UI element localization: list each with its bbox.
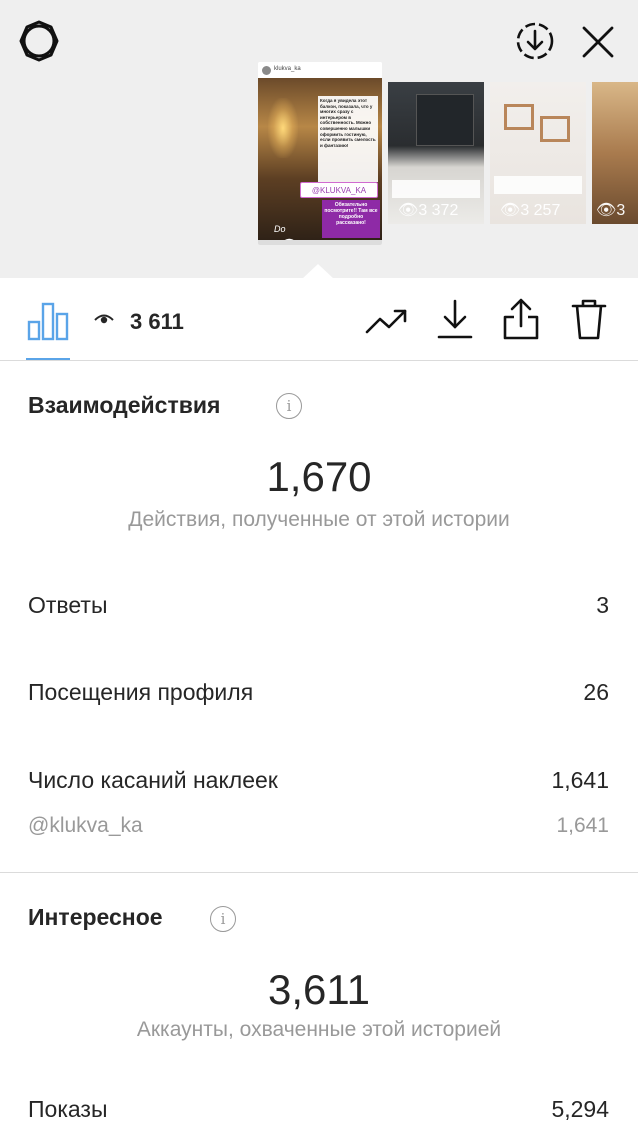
lamp-light	[268, 98, 298, 158]
mention-sticker: @KLUKVA_KA	[300, 182, 378, 198]
interactions-total-caption: Действия, полученные от этой истории	[128, 508, 510, 531]
eye-icon: 👁︎	[500, 202, 521, 219]
story-thumbnail[interactable]: 👁︎3 257	[490, 82, 586, 224]
download-circle-icon	[516, 22, 554, 60]
avatar	[262, 66, 271, 75]
hex-shelf	[540, 116, 570, 142]
share-icon	[503, 298, 539, 340]
stat-label-profile-visits: Посещения профиля	[28, 679, 254, 705]
promote-button[interactable]	[364, 298, 410, 342]
story-caption-strip	[494, 176, 582, 194]
section-title-discovery: Интересное	[28, 904, 163, 930]
save-story-button[interactable]	[512, 18, 558, 64]
story-image: Когда я увидела этот балкон, показала, ч…	[258, 78, 382, 245]
discovery-total-caption: Аккаунты, охваченные этой историей	[136, 1018, 502, 1041]
story-username: klukva_ka	[274, 66, 301, 72]
story-views: 👁︎3	[596, 202, 626, 219]
stat-label-replies: Ответы	[28, 592, 108, 618]
story-views: 👁︎3 257	[500, 202, 561, 219]
views-count: 3 611	[130, 309, 184, 334]
stat-label-impressions: Показы	[28, 1096, 108, 1122]
download-button[interactable]	[434, 296, 476, 342]
story-toolbar: 3 611	[0, 278, 638, 361]
story-thumbnail[interactable]: 👁︎3 372	[388, 82, 484, 224]
info-icon[interactable]: i	[210, 906, 236, 932]
stat-value-profile-visits: 26	[583, 679, 609, 705]
story-header: klukva_ka	[258, 62, 382, 78]
hex-shelf	[504, 104, 534, 130]
story-thumbnail-selected[interactable]: klukva_ka Когда я увидела этот балкон, п…	[258, 62, 382, 245]
share-button[interactable]	[500, 296, 542, 342]
download-icon	[437, 299, 473, 339]
story-views: 👁︎3 372	[398, 202, 459, 219]
delete-button[interactable]	[568, 296, 610, 342]
stat-label-sticker-taps: Число касаний наклеек	[28, 767, 278, 793]
stat-value-impressions: 5,294	[551, 1096, 609, 1122]
insights-tab[interactable]	[26, 298, 70, 342]
stat-value-replies: 3	[596, 592, 609, 618]
story-caption-strip	[392, 180, 480, 198]
stat-label-mention: @klukva_ka	[28, 814, 143, 837]
active-tab-indicator	[26, 358, 70, 360]
stat-value-mention: 1,641	[556, 814, 609, 837]
section-title-interactions: Взаимодействия	[28, 392, 221, 418]
section-divider	[0, 872, 638, 873]
story-caption: Когда я увидела этот балкон, показала, ч…	[318, 96, 378, 182]
promote-trend-icon	[365, 309, 407, 334]
promo-text: Обязательно посмотрите!! Там все подробн…	[322, 200, 380, 238]
story-carousel-area: klukva_ka Когда я увидела этот балкон, п…	[0, 0, 638, 279]
close-button[interactable]	[576, 20, 620, 64]
insights-bar-chart-icon	[27, 302, 69, 341]
discovery-total: 3,611	[268, 966, 370, 1013]
gear-icon	[19, 20, 59, 62]
stat-value-sticker-taps: 1,641	[551, 767, 609, 793]
eye-icon: 👁︎	[596, 202, 617, 219]
interactions-total: 1,670	[266, 453, 372, 500]
close-icon	[582, 26, 614, 58]
eye-icon: 👁︎	[398, 202, 419, 219]
settings-button[interactable]	[16, 18, 62, 64]
info-icon[interactable]: i	[276, 393, 302, 419]
chalkboard	[416, 94, 474, 146]
trash-icon	[571, 299, 607, 340]
story-footer-bar	[258, 240, 382, 245]
selected-pointer	[302, 264, 334, 279]
signature-text: Do	[274, 224, 286, 234]
eye-icon	[94, 314, 114, 324]
story-thumbnail[interactable]: 👁︎3	[592, 82, 638, 224]
